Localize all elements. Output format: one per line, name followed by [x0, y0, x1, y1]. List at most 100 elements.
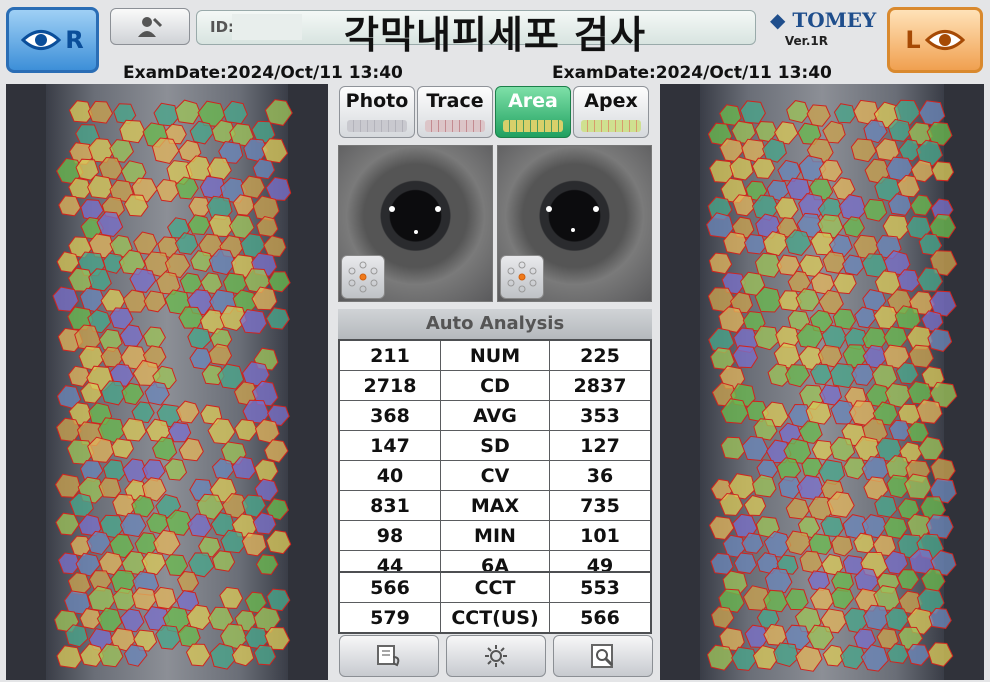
table-row: 211 NUM 225 [338, 339, 652, 371]
print-button[interactable] [339, 635, 439, 677]
table-row: 147 SD 127 [338, 430, 652, 461]
cell-polygon [851, 363, 876, 386]
version-label: Ver.1R [784, 34, 828, 48]
person-icon [138, 16, 163, 37]
cell-polygon [754, 120, 778, 143]
cell-polygon [111, 438, 134, 459]
zoom-button[interactable] [553, 635, 653, 677]
tab-photo-label: Photo [345, 90, 409, 112]
cell-polygon [187, 327, 212, 350]
cell-polygon [240, 175, 266, 199]
cell-polygon [732, 194, 756, 217]
right-value: 579 [338, 602, 441, 634]
cell-polygon [222, 100, 248, 125]
cell-polygon [910, 194, 933, 216]
cell-polygon [916, 399, 943, 424]
patient-id-value [232, 14, 302, 40]
cell-polygon [741, 435, 769, 462]
cell-polygon [809, 587, 835, 611]
cell-polygon [217, 363, 245, 390]
left-pupil-image [497, 145, 652, 302]
tab-trace[interactable]: Trace [417, 86, 493, 138]
right-eye-button[interactable]: R [6, 7, 99, 73]
cell-polygon [739, 100, 766, 124]
left-eye-button[interactable]: L [887, 7, 983, 73]
cell-polygon [264, 439, 289, 463]
print-icon [377, 645, 400, 667]
cell-polygon [887, 118, 912, 142]
cell-polygon [266, 588, 291, 612]
exam-date-left: ExamDate:2024/Oct/11 13:40 [552, 63, 832, 83]
right-endothelium-image[interactable] [6, 84, 328, 680]
alignment-icon[interactable] [341, 255, 385, 299]
cell-polygon [842, 254, 865, 276]
cell-polygon [133, 231, 158, 255]
tab-area[interactable]: Area [495, 86, 571, 138]
tab-apex[interactable]: Apex [573, 86, 649, 138]
table-row: 98 MIN 101 [338, 520, 652, 551]
table-row: 2718 CD 2837 [338, 370, 652, 401]
cell-polygon [832, 272, 857, 295]
cell-polygon [720, 436, 746, 460]
cell-polygon [809, 363, 833, 386]
metric-label: AVG [440, 400, 550, 431]
patient-info-button[interactable] [110, 8, 190, 45]
cell-polygon [854, 306, 877, 329]
cell-polygon [777, 159, 802, 182]
left-value: 2837 [549, 370, 652, 401]
cell-polygon [155, 624, 182, 650]
cell-polygon [142, 326, 166, 349]
cell-polygon [710, 606, 735, 629]
cell-polygon [253, 644, 277, 666]
cell-polygon [773, 642, 800, 668]
cell-polygon [211, 458, 235, 481]
cell-polygon [265, 176, 292, 201]
cell-polygon [219, 586, 244, 609]
metric-label: CCT [440, 571, 550, 603]
left-value: 225 [549, 339, 652, 371]
cell-polygon [164, 458, 188, 481]
cell-polygon [850, 138, 877, 163]
table-row: 40 CV 36 [338, 460, 652, 491]
cell-polygon [820, 515, 845, 538]
cell-polygon [807, 570, 831, 592]
cell-polygon [842, 216, 865, 238]
tab-apex-thumbnail [581, 120, 641, 132]
table-row: 831 MAX 735 [338, 490, 652, 521]
right-value: 2718 [338, 370, 441, 401]
alignment-icon[interactable] [500, 255, 544, 299]
analysis-table: 211 NUM 225 2718 CD 2837 368 AVG 353 147 SD 127 … [338, 339, 652, 582]
tab-trace-label: Trace [426, 90, 484, 112]
cell-polygon [743, 233, 767, 255]
left-value: 566 [549, 602, 652, 634]
metric-label: MIN [440, 520, 550, 551]
right-value: 147 [338, 430, 441, 461]
cell-polygon [155, 178, 180, 203]
cell-polygon [87, 100, 114, 124]
cell-polygon [927, 642, 954, 667]
cell-polygon [930, 457, 956, 482]
cell-polygon [927, 328, 953, 352]
right-pupil-image [338, 145, 493, 302]
left-endothelium-image[interactable] [660, 84, 984, 680]
cell-polygon [174, 99, 201, 125]
cell-polygon [732, 345, 759, 369]
cell-polygon [102, 459, 126, 482]
cell-polygon [785, 364, 811, 388]
cell-polygon [752, 474, 777, 498]
cell-polygon [256, 215, 279, 238]
patient-id-label: ID: [210, 18, 235, 36]
brightness-button[interactable] [446, 635, 546, 677]
brightness-icon [485, 645, 507, 667]
cell-polygon [255, 554, 279, 575]
page-title: 각막내피세포 검사 [344, 13, 646, 57]
zoom-icon [591, 644, 614, 668]
left-eye-label: L [905, 26, 921, 54]
tab-photo[interactable]: Photo [339, 86, 415, 138]
cell-polygon [55, 512, 80, 536]
eye-icon [924, 30, 965, 50]
tab-area-thumbnail [503, 120, 563, 132]
cell-polygon [254, 458, 279, 482]
cell-polygon [79, 287, 106, 313]
cell-polygon [121, 417, 147, 442]
